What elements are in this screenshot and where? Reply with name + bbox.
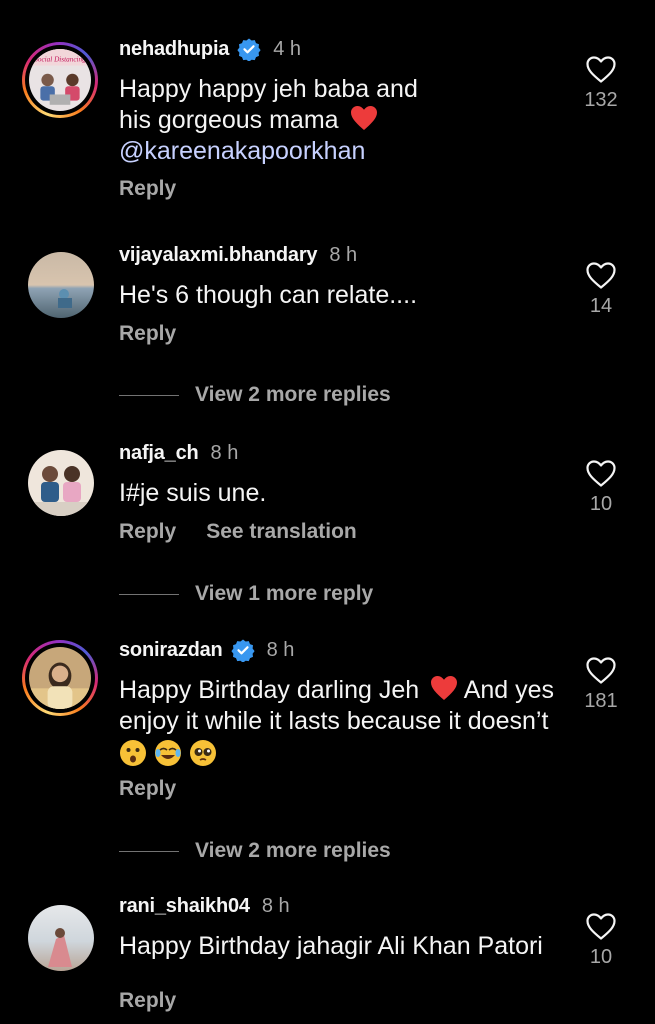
- comment-text-fragment: his gorgeous mama: [119, 106, 339, 134]
- username[interactable]: sonirazdan: [119, 639, 223, 662]
- avatar: [29, 647, 91, 709]
- reply-button[interactable]: Reply: [119, 520, 176, 544]
- username[interactable]: rani_shaikh04: [119, 895, 250, 918]
- avatar: Social Distancing: [29, 49, 91, 111]
- like-count: 132: [584, 89, 618, 111]
- like-control[interactable]: 10: [578, 460, 624, 516]
- like-control[interactable]: 132: [578, 56, 624, 112]
- comment-actions: Reply: [119, 322, 176, 346]
- avatar[interactable]: [28, 252, 94, 318]
- comment-meta: rani_shaikh04 8 h: [119, 893, 290, 919]
- avatar-story-ring[interactable]: Social Distancing: [22, 42, 98, 118]
- view-more-replies[interactable]: View 2 more replies: [119, 839, 391, 863]
- comment-meta: nafja_ch 8 h: [119, 440, 238, 466]
- like-count: 10: [589, 946, 613, 968]
- view-more-replies-label[interactable]: View 2 more replies: [195, 839, 391, 863]
- divider: [119, 593, 179, 595]
- comment-actions: Reply: [119, 989, 176, 1013]
- like-heart-icon[interactable]: [586, 657, 616, 684]
- like-heart-icon[interactable]: [586, 913, 616, 940]
- comment-actions: Reply: [119, 777, 176, 801]
- comment-text: I#je suis une.: [119, 479, 267, 507]
- like-heart-icon[interactable]: [586, 56, 616, 83]
- divider: [119, 850, 179, 852]
- avatar[interactable]: [28, 450, 94, 516]
- comment-meta: vijayalaxmi.bhandary 8 h: [119, 242, 357, 268]
- view-more-replies[interactable]: View 2 more replies: [119, 383, 391, 407]
- see-translation-button[interactable]: See translation: [206, 520, 357, 544]
- comment-text: Happy Birthday darling Jeh And yes enjoy…: [119, 675, 564, 770]
- comment-text-fragment: Happy Birthday darling Jeh: [119, 676, 420, 704]
- like-heart-icon[interactable]: [586, 262, 616, 289]
- comment-meta: nehadhupia 4 h: [119, 36, 301, 62]
- timestamp: 4 h: [273, 37, 302, 60]
- mention-link[interactable]: @kareenakapoorkhan: [119, 136, 569, 167]
- reply-button[interactable]: Reply: [119, 177, 176, 201]
- red-heart-emoji: [431, 676, 458, 700]
- like-count: 181: [584, 690, 618, 712]
- reply-button[interactable]: Reply: [119, 989, 176, 1013]
- comment-item: nafja_ch 8 h I#je suis une. Reply See tr…: [0, 430, 655, 610]
- like-count: 14: [589, 295, 613, 317]
- pleading-emoji: [189, 740, 216, 766]
- comment-actions: Reply: [119, 177, 176, 201]
- view-more-replies-label[interactable]: View 1 more reply: [195, 582, 373, 606]
- username[interactable]: nehadhupia: [119, 38, 229, 61]
- comment-text-line: his gorgeous mama: [119, 105, 569, 136]
- comment-item: rani_shaikh04 8 h Happy Birthday jahagir…: [0, 885, 655, 1024]
- verified-badge-icon: [230, 639, 255, 662]
- view-more-replies[interactable]: View 1 more reply: [119, 582, 373, 606]
- tears-of-joy-emoji: [154, 740, 181, 766]
- reply-button[interactable]: Reply: [119, 777, 176, 801]
- red-heart-emoji: [350, 106, 377, 130]
- comment-text-fragment: And yes: [463, 676, 555, 704]
- comment-text: Happy Birthday jahagir Ali Khan Patori: [119, 932, 543, 960]
- username[interactable]: vijayalaxmi.bhandary: [119, 244, 318, 267]
- comment-text-line: Happy Birthday darling Jeh And yes: [119, 675, 564, 706]
- comment-item: Social Distancing nehadhupia 4 h Happy h…: [0, 0, 655, 230]
- verified-badge-icon: [237, 38, 261, 61]
- emoji-row: [119, 739, 564, 770]
- comment-actions: Reply See translation: [119, 520, 357, 544]
- timestamp: 8 h: [266, 638, 295, 661]
- like-control[interactable]: 14: [578, 262, 624, 318]
- divider: [119, 394, 179, 396]
- comment-item: vijayalaxmi.bhandary 8 h He's 6 though c…: [0, 230, 655, 410]
- comment-text-line: Happy happy jeh baba and: [119, 75, 418, 103]
- reply-button[interactable]: Reply: [119, 322, 176, 346]
- avatar[interactable]: [28, 905, 94, 971]
- comment-meta: sonirazdan 8 h: [119, 637, 294, 663]
- comment-text-line: enjoy it while it lasts because it doesn…: [119, 707, 549, 735]
- username[interactable]: nafja_ch: [119, 442, 199, 465]
- timestamp: 8 h: [261, 894, 290, 917]
- timestamp: 8 h: [329, 243, 358, 266]
- like-control[interactable]: 181: [578, 657, 624, 713]
- like-count: 10: [589, 493, 613, 515]
- astonished-emoji: [120, 740, 146, 766]
- avatar-story-ring[interactable]: [22, 640, 98, 716]
- comment-item: sonirazdan 8 h Happy Birthday darling Je…: [0, 625, 655, 875]
- comment-text: He's 6 though can relate....: [119, 281, 418, 309]
- view-more-replies-label[interactable]: View 2 more replies: [195, 383, 391, 407]
- avatar-caption: Social Distancing: [34, 55, 86, 63]
- like-control[interactable]: 10: [578, 913, 624, 969]
- like-heart-icon[interactable]: [586, 460, 616, 487]
- timestamp: 8 h: [210, 441, 239, 464]
- comment-text: Happy happy jeh baba and his gorgeous ma…: [119, 74, 569, 167]
